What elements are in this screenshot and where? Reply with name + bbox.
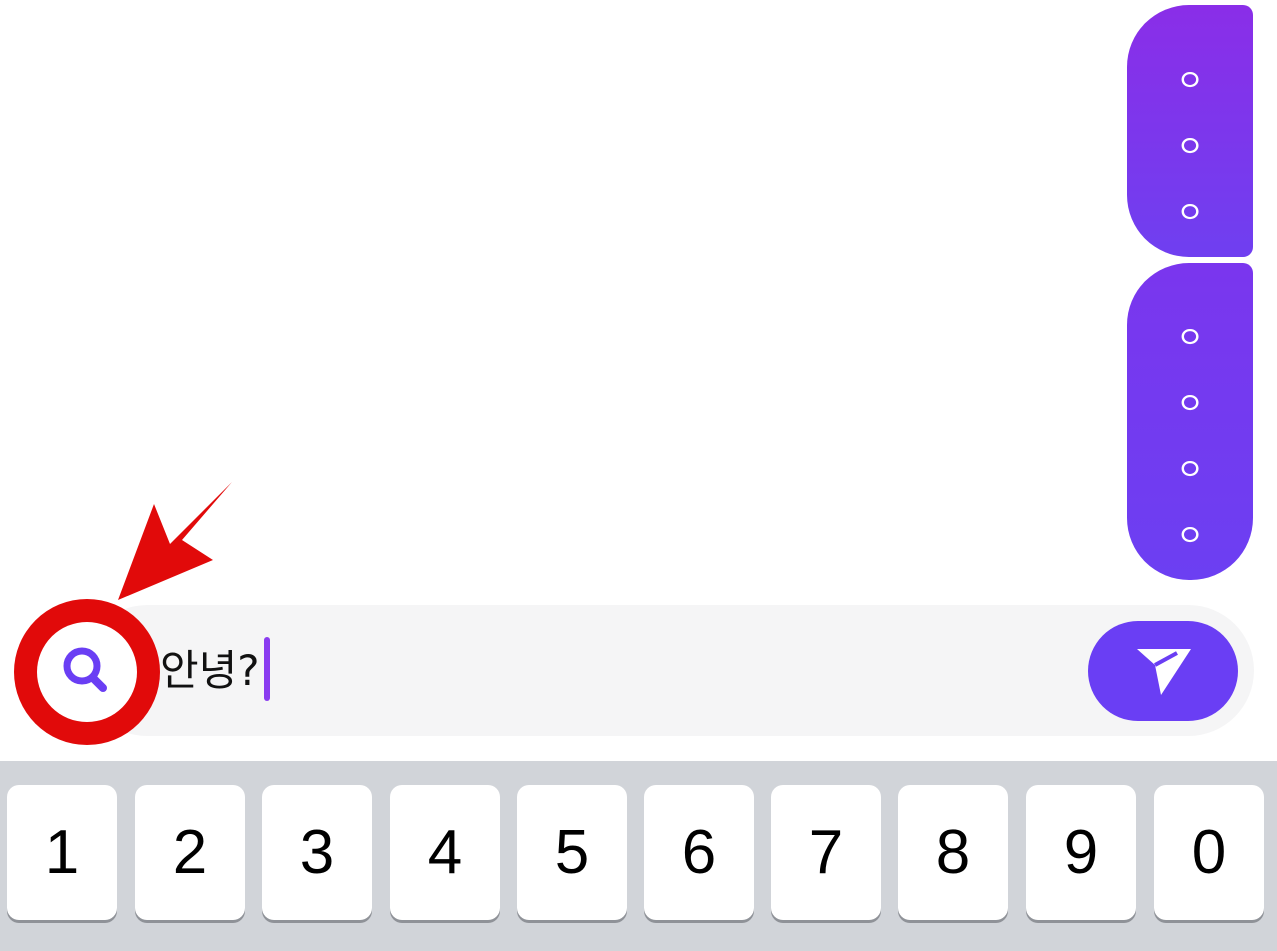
message-line: ㅇ bbox=[1176, 519, 1204, 554]
numeric-keyboard: 1 2 3 4 5 6 7 8 9 0 bbox=[0, 761, 1277, 951]
chat-screen: ㅇ ㅇ ㅇ ㅇ ㅇ ㅇ ㅇ 안녕? 1 2 3 4 5 6 7 8 9 0 bbox=[0, 0, 1277, 951]
key-4[interactable]: 4 bbox=[390, 785, 500, 920]
key-8[interactable]: 8 bbox=[898, 785, 1008, 920]
message-line: ㅇ bbox=[1176, 130, 1204, 165]
key-1[interactable]: 1 bbox=[7, 785, 117, 920]
key-2[interactable]: 2 bbox=[135, 785, 245, 920]
message-line: ㅇ bbox=[1176, 453, 1204, 488]
message-line: ㅇ bbox=[1176, 387, 1204, 422]
search-icon bbox=[63, 647, 107, 692]
text-caret bbox=[264, 637, 270, 701]
key-7[interactable]: 7 bbox=[771, 785, 881, 920]
key-5[interactable]: 5 bbox=[517, 785, 627, 920]
send-icon bbox=[1137, 649, 1191, 695]
key-9[interactable]: 9 bbox=[1026, 785, 1136, 920]
key-6[interactable]: 6 bbox=[644, 785, 754, 920]
annotation-arrow-icon bbox=[118, 482, 232, 600]
key-3[interactable]: 3 bbox=[262, 785, 372, 920]
message-line: ㅇ bbox=[1176, 196, 1204, 231]
search-button[interactable] bbox=[37, 622, 137, 722]
message-input[interactable]: 안녕? bbox=[160, 641, 260, 701]
send-button[interactable] bbox=[1088, 621, 1238, 721]
key-0[interactable]: 0 bbox=[1154, 785, 1264, 920]
sent-message-bubble[interactable]: ㅇ ㅇ ㅇ bbox=[1127, 5, 1253, 257]
message-line: ㅇ bbox=[1176, 321, 1204, 356]
sent-message-bubble[interactable]: ㅇ ㅇ ㅇ ㅇ bbox=[1127, 263, 1253, 580]
message-line: ㅇ bbox=[1176, 64, 1204, 99]
